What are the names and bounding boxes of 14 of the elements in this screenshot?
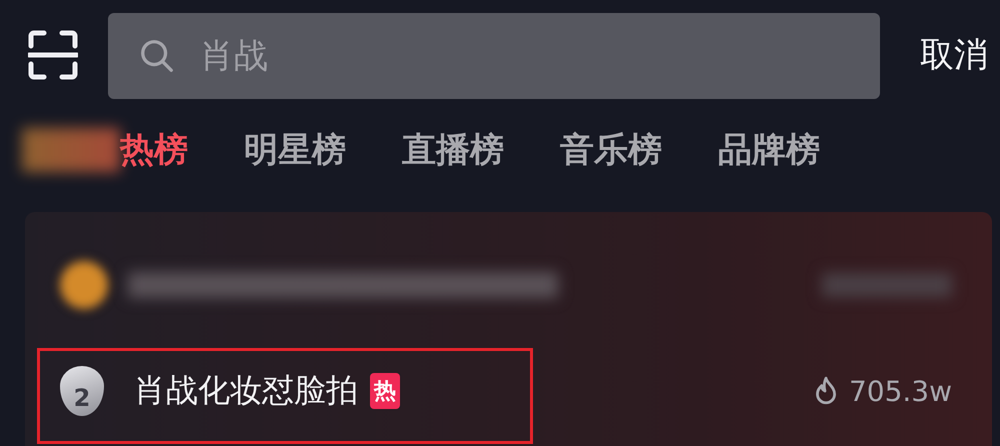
search-field[interactable]: 肖战	[108, 13, 880, 99]
scan-icon[interactable]	[28, 30, 78, 80]
tab[interactable]: 音乐榜	[560, 127, 662, 173]
tab[interactable]: 明星榜	[244, 127, 346, 173]
hot-tag: 热	[370, 373, 400, 409]
search-input[interactable]: 肖战	[198, 35, 860, 77]
tab[interactable]: 直播榜	[402, 127, 504, 173]
cancel-button[interactable]: 取消	[920, 32, 988, 78]
tab[interactable]: 品牌榜	[718, 127, 820, 173]
heat-count: 705.3w	[848, 374, 952, 408]
rank-badge: 2	[60, 366, 104, 416]
search-icon	[138, 37, 176, 75]
tab[interactable]: 热榜	[120, 127, 188, 173]
list-item-title[interactable]: 肖战化妆怼脸拍	[134, 369, 358, 413]
